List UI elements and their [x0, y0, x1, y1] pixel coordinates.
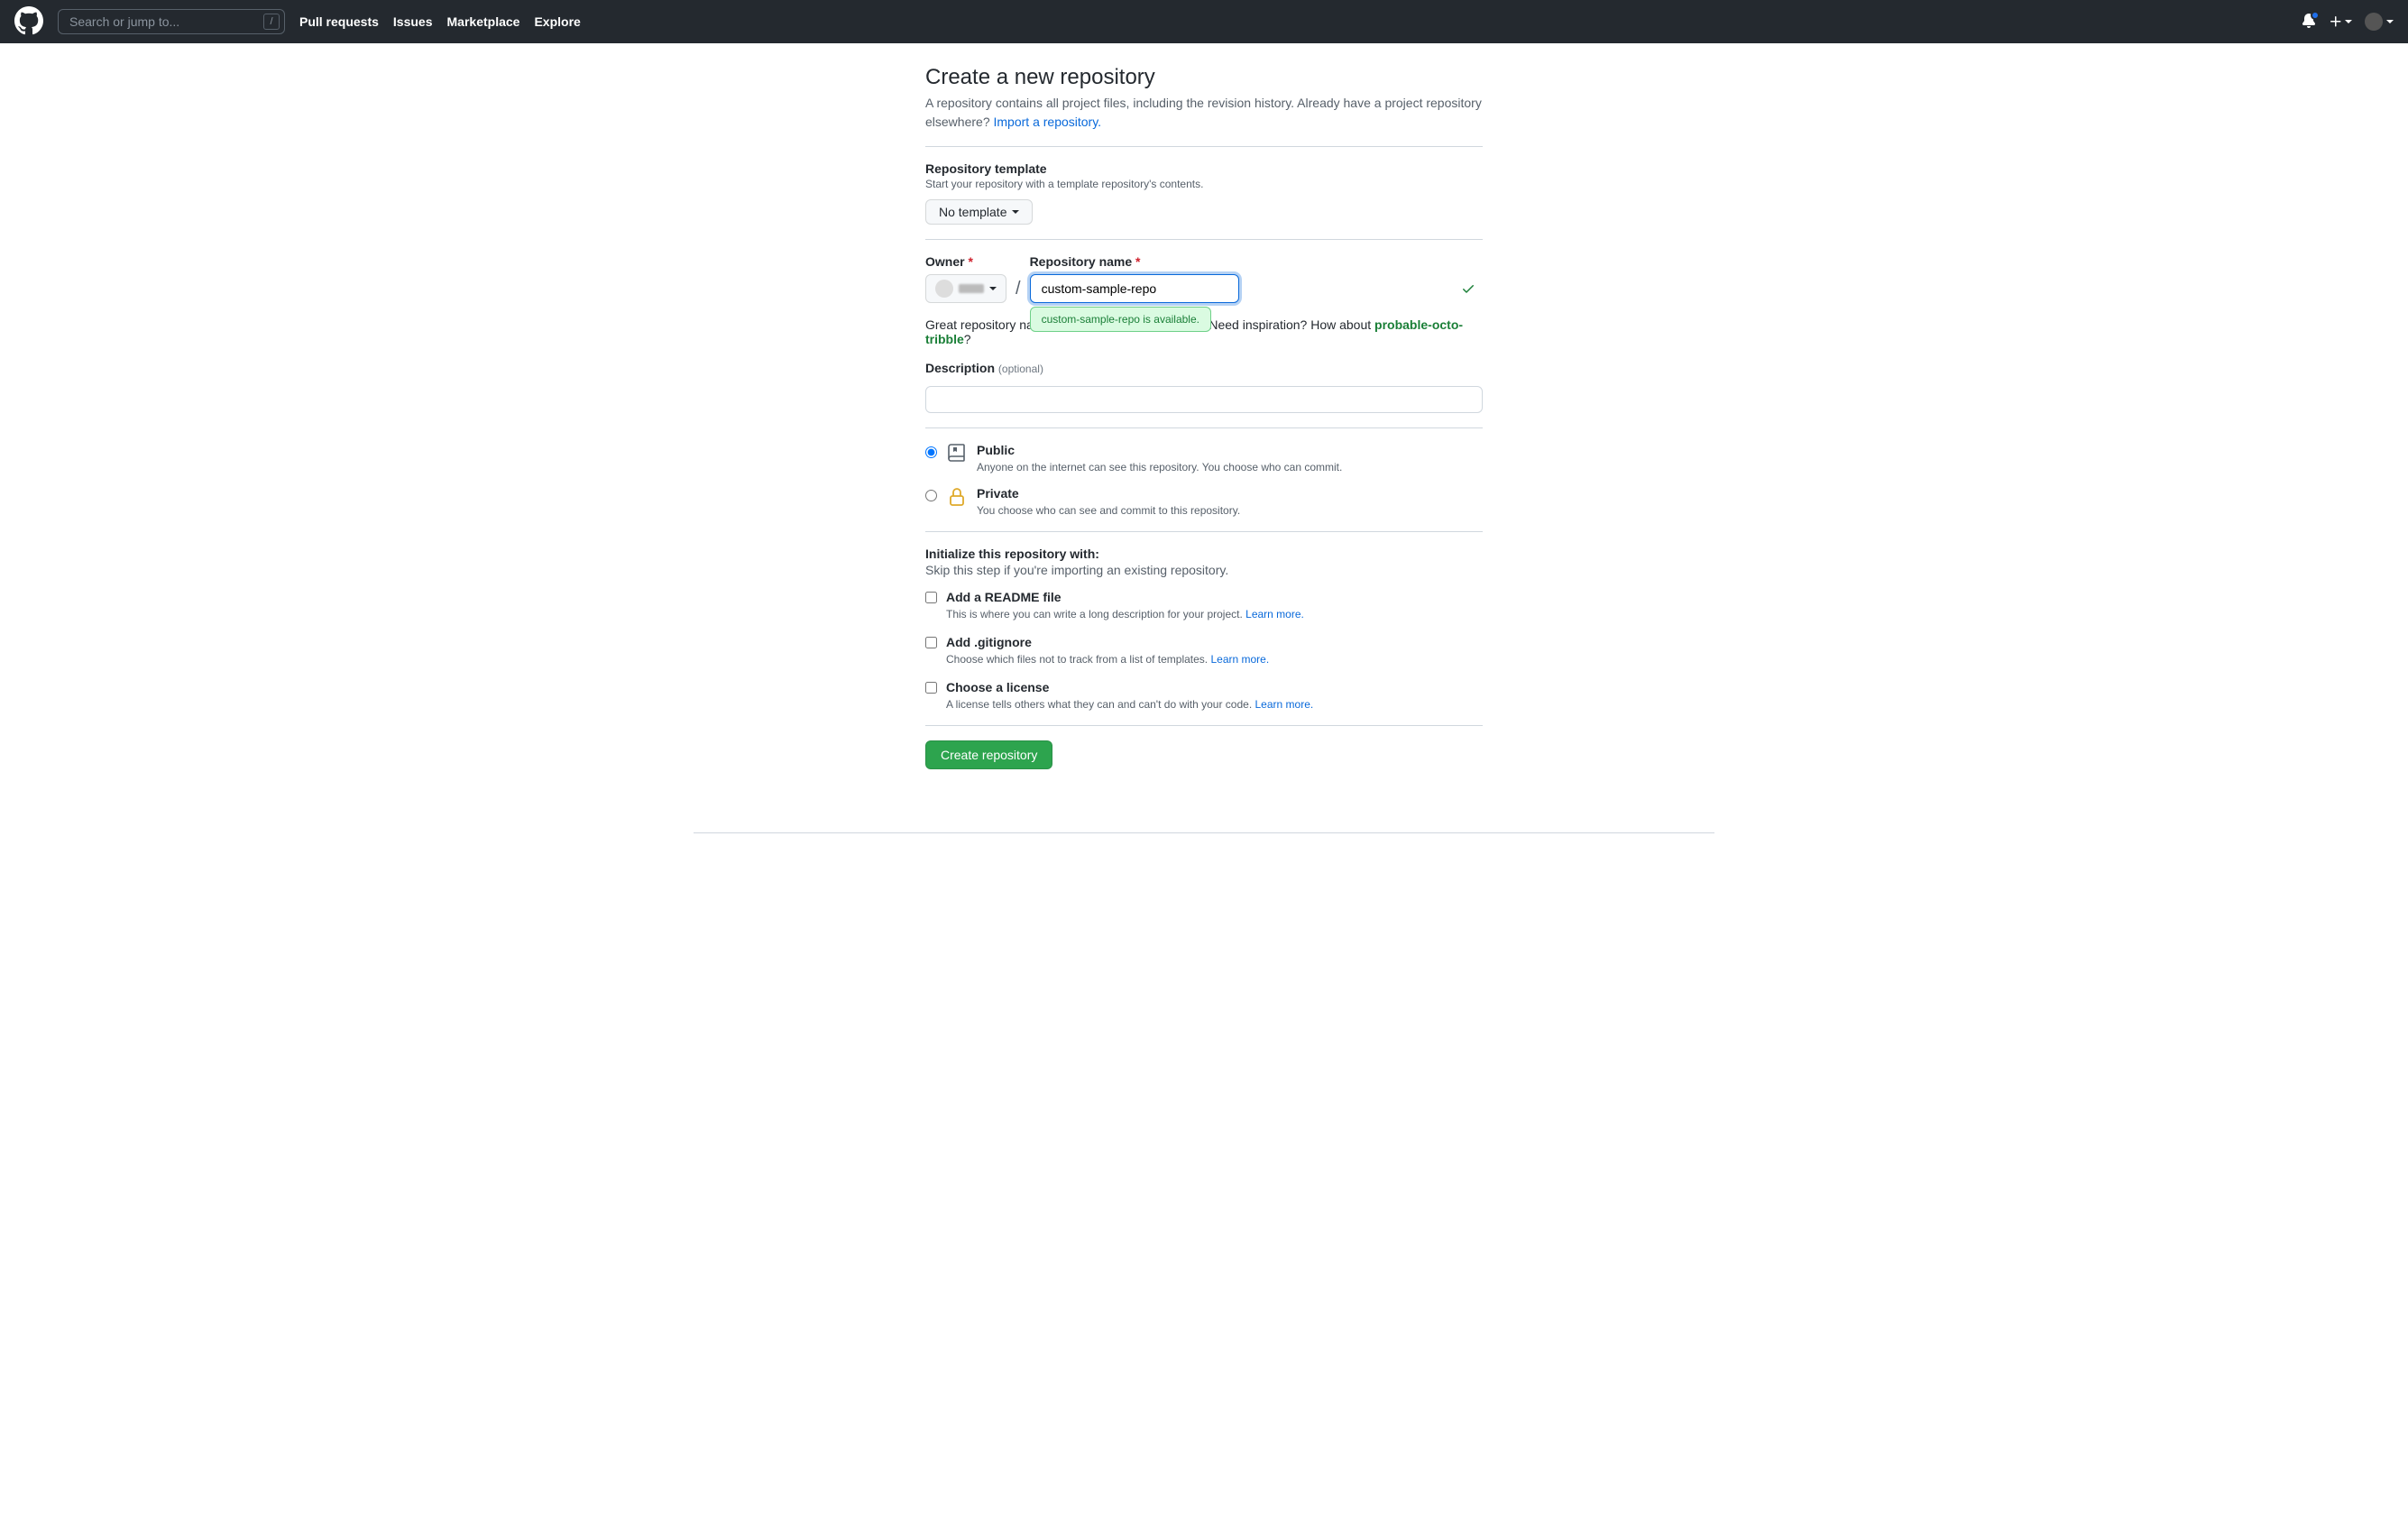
search-input[interactable] [58, 9, 285, 34]
notification-badge [2311, 11, 2320, 20]
owner-avatar [935, 280, 953, 298]
page-title: Create a new repository [925, 65, 1483, 90]
owner-column: Owner * [925, 254, 1006, 303]
license-label: Choose a license [946, 680, 1313, 694]
gitignore-checkbox[interactable] [925, 637, 937, 648]
template-hint: Start your repository with a template re… [925, 178, 1483, 190]
owner-label: Owner * [925, 254, 1006, 269]
import-repo-link[interactable]: Import a repository. [994, 115, 1102, 129]
repo-name-label: Repository name * [1030, 254, 1483, 269]
primary-nav: Pull requests Issues Marketplace Explore [299, 14, 581, 29]
gitignore-text: Add .gitignore Choose which files not to… [946, 635, 1269, 666]
public-hint: Anyone on the internet can see this repo… [977, 461, 1342, 473]
user-menu[interactable] [2365, 13, 2394, 31]
repo-name-column: Repository name * custom-sample-repo is … [1030, 254, 1483, 303]
caret-down-icon [989, 287, 997, 290]
visibility-private-row: Private You choose who can see and commi… [925, 486, 1483, 517]
description-label-text: Description [925, 361, 995, 375]
footer-divider [694, 832, 1714, 833]
readme-row: Add a README file This is where you can … [925, 590, 1483, 620]
readme-label: Add a README file [946, 590, 1304, 604]
search-box: / [58, 9, 285, 34]
repo-name-label-text: Repository name [1030, 254, 1133, 269]
owner-repo-separator: / [1016, 279, 1021, 299]
description-section: Description (optional) [925, 361, 1483, 413]
readme-hint: This is where you can write a long descr… [946, 608, 1304, 620]
template-section: Repository template Start your repositor… [925, 161, 1483, 225]
page-subtitle: A repository contains all project files,… [925, 94, 1483, 132]
optional-hint: (optional) [998, 363, 1043, 375]
create-menu[interactable] [2329, 14, 2352, 29]
create-repository-button[interactable]: Create repository [925, 740, 1052, 769]
readme-learn-more-link[interactable]: Learn more. [1245, 608, 1304, 620]
description-input[interactable] [925, 386, 1483, 413]
visibility-public-radio[interactable] [925, 446, 937, 458]
nav-pull-requests[interactable]: Pull requests [299, 14, 379, 29]
initialize-heading: Initialize this repository with: [925, 547, 1483, 561]
license-row: Choose a license A license tells others … [925, 680, 1483, 711]
readme-hint-prefix: This is where you can write a long descr… [946, 608, 1245, 620]
template-label: Repository template [925, 161, 1483, 176]
gitignore-hint: Choose which files not to track from a l… [946, 653, 1269, 666]
plus-icon [2329, 14, 2343, 29]
gitignore-label: Add .gitignore [946, 635, 1269, 649]
notifications-button[interactable] [2302, 14, 2316, 31]
private-text: Private You choose who can see and commi… [977, 486, 1240, 517]
nav-marketplace[interactable]: Marketplace [447, 14, 520, 29]
template-button-label: No template [939, 205, 1006, 219]
availability-tooltip: custom-sample-repo is available. [1030, 307, 1211, 332]
lock-icon [946, 486, 968, 508]
nav-explore[interactable]: Explore [534, 14, 580, 29]
caret-down-icon [1012, 210, 1019, 214]
owner-name-redacted [959, 284, 984, 293]
public-text: Public Anyone on the internet can see th… [977, 443, 1342, 473]
public-label: Public [977, 443, 1342, 457]
divider [925, 427, 1483, 428]
suggestion-suffix: ? [964, 332, 971, 346]
divider [925, 146, 1483, 147]
owner-repo-row: Owner * / Repository name * custom-sampl… [925, 254, 1483, 303]
gitignore-hint-prefix: Choose which files not to track from a l… [946, 653, 1210, 666]
search-slash-hint: / [263, 14, 280, 30]
license-hint: A license tells others what they can and… [946, 698, 1313, 711]
user-avatar [2365, 13, 2383, 31]
global-header: / Pull requests Issues Marketplace Explo… [0, 0, 2408, 43]
required-asterisk: * [1135, 254, 1140, 269]
visibility-public-row: Public Anyone on the internet can see th… [925, 443, 1483, 473]
main-content: Create a new repository A repository con… [911, 43, 1497, 805]
repo-name-input[interactable] [1030, 274, 1239, 303]
initialize-skip-hint: Skip this step if you're importing an ex… [925, 563, 1483, 577]
license-text: Choose a license A license tells others … [946, 680, 1313, 711]
owner-label-text: Owner [925, 254, 965, 269]
github-logo-link[interactable] [14, 6, 43, 38]
check-icon [1461, 281, 1475, 296]
nav-issues[interactable]: Issues [393, 14, 433, 29]
owner-select-button[interactable] [925, 274, 1006, 303]
repo-name-input-wrap: custom-sample-repo is available. [1030, 274, 1483, 303]
visibility-private-radio[interactable] [925, 490, 937, 501]
divider [925, 725, 1483, 726]
header-right [2302, 13, 2394, 31]
caret-down-icon [2386, 20, 2394, 23]
description-label: Description (optional) [925, 361, 1483, 375]
caret-down-icon [2345, 20, 2352, 23]
repo-public-icon [946, 443, 968, 464]
required-asterisk: * [968, 254, 972, 269]
private-hint: You choose who can see and commit to thi… [977, 504, 1240, 517]
gitignore-learn-more-link[interactable]: Learn more. [1210, 653, 1269, 666]
license-checkbox[interactable] [925, 682, 937, 694]
gitignore-row: Add .gitignore Choose which files not to… [925, 635, 1483, 666]
readme-text: Add a README file This is where you can … [946, 590, 1304, 620]
template-select-button[interactable]: No template [925, 199, 1033, 225]
readme-checkbox[interactable] [925, 592, 937, 603]
github-logo-icon [14, 6, 43, 35]
divider [925, 531, 1483, 532]
license-hint-prefix: A license tells others what they can and… [946, 698, 1255, 711]
license-learn-more-link[interactable]: Learn more. [1255, 698, 1314, 711]
private-label: Private [977, 486, 1240, 501]
divider [925, 239, 1483, 240]
